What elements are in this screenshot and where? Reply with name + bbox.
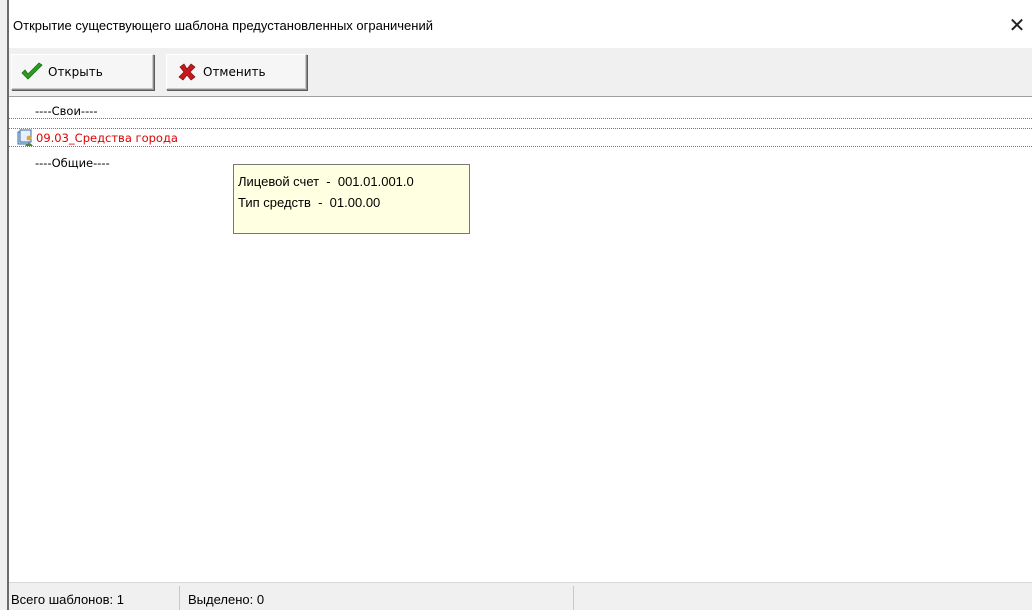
dialog-window: Открытие существующего шаблона предустан… — [0, 0, 1032, 610]
status-bar: Всего шаблонов: 1 Выделено: 0 — [9, 582, 1032, 610]
toolbar: Открыть Отменить — [9, 48, 1032, 96]
open-button-label: Открыть — [48, 65, 103, 79]
template-item[interactable]: 09.03_Средства города — [9, 129, 1032, 146]
row-divider — [9, 118, 1032, 119]
red-x-icon — [175, 61, 199, 83]
tooltip-funds-type-line: Тип средств - 01.00.00 — [238, 195, 381, 210]
group-common[interactable]: ----Общие---- — [9, 154, 1032, 171]
cancel-button[interactable]: Отменить — [166, 54, 307, 90]
template-name: 09.03_Средства города — [36, 130, 178, 145]
status-divider — [573, 586, 574, 610]
template-list[interactable]: ----Свои---- 09.03_Средства города ----О… — [9, 96, 1032, 582]
cancel-button-label: Отменить — [203, 65, 266, 79]
group-common-label: ----Общие---- — [35, 155, 110, 170]
template-user-icon — [17, 129, 35, 146]
window-title: Открытие существующего шаблона предустан… — [13, 18, 433, 33]
open-button[interactable]: Открыть — [11, 54, 154, 90]
status-selected-count: Выделено: 0 — [188, 591, 265, 607]
status-total-templates: Всего шаблонов: 1 — [11, 591, 124, 607]
close-button[interactable]: ✕ — [1002, 10, 1032, 40]
close-icon: ✕ — [1008, 14, 1026, 37]
title-bar[interactable]: Открытие существующего шаблона предустан… — [9, 0, 1032, 48]
group-own-label: ----Свои---- — [35, 103, 98, 118]
checkmark-icon — [20, 61, 44, 83]
row-divider — [9, 146, 1032, 147]
tooltip-account-line: Лицевой счет - 001.01.001.0 — [238, 174, 414, 189]
template-tooltip: Лицевой счет - 001.01.001.0 Тип средств … — [233, 164, 470, 234]
status-divider — [179, 586, 180, 610]
group-own[interactable]: ----Свои---- — [9, 102, 1032, 119]
